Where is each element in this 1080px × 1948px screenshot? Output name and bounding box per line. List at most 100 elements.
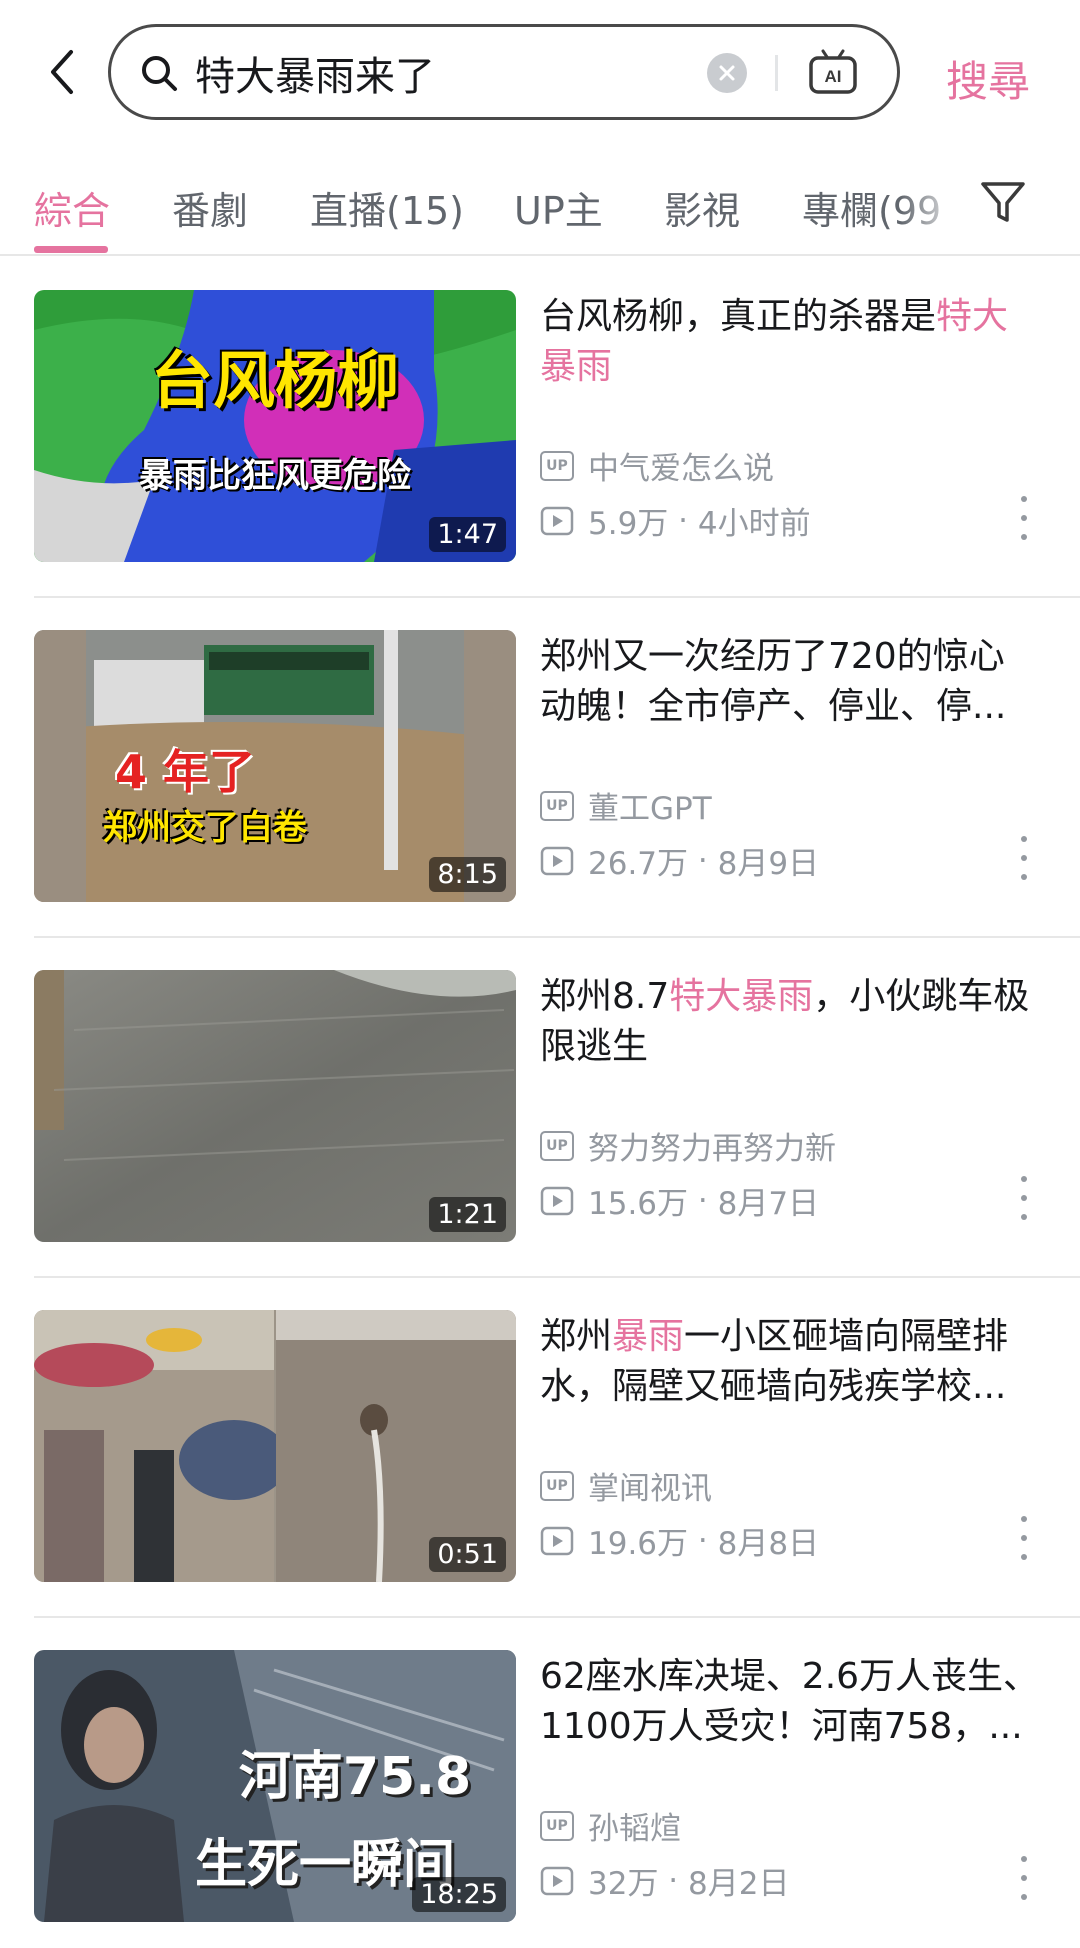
clear-button[interactable]: [707, 53, 747, 93]
thumbnail-title-text: 台风杨柳: [150, 344, 399, 417]
chevron-left-icon: [51, 50, 73, 94]
duration-badge: 1:47: [429, 517, 506, 552]
play-count-icon: [540, 1866, 574, 1895]
svg-text:AI: AI: [825, 67, 842, 86]
tab-live[interactable]: 直播(15): [310, 180, 464, 235]
more-options-button[interactable]: [1014, 1856, 1034, 1900]
upload-date: 8月2日: [688, 1866, 790, 1902]
title-text: 62座水库决堤、2.6万人丧生、1100万人受灾！河南758，...: [540, 1656, 1040, 1747]
active-tab-indicator: [34, 246, 108, 253]
up-icon: UP: [540, 1470, 574, 1501]
view-count: 19.6万: [588, 1526, 689, 1562]
filter-icon: [981, 182, 1025, 222]
more-options-button[interactable]: [1014, 1516, 1034, 1560]
uploader-name: 孙韬煊: [588, 1811, 681, 1847]
search-submit-button[interactable]: 搜尋: [946, 48, 1030, 109]
video-result[interactable]: 台风杨柳 暴雨比狂风更危险 1:47 台风杨柳，真正的杀器是特大暴雨 UP 中气…: [34, 258, 1080, 598]
tab-film-tv[interactable]: 影視: [664, 180, 740, 235]
play-count-icon: [540, 506, 574, 535]
title-text: 郑州又一次经历了720的惊心动魄！全市停产、停业、停...: [540, 636, 1007, 727]
up-icon: UP: [540, 1810, 574, 1841]
view-count: 26.7万: [588, 846, 689, 882]
search-box[interactable]: AI: [108, 24, 900, 120]
uploader-row[interactable]: UP 掌闻视讯: [540, 1463, 712, 1508]
thumbnail-subtitle-text: 暴雨比狂风更危险: [139, 456, 411, 496]
uploader-name: 掌闻视讯: [588, 1471, 712, 1507]
uploader-name: 董工GPT: [588, 791, 712, 827]
result-tabs: 綜合 番劇 直播(15) UP主 影視 專欄(99: [0, 150, 1080, 256]
meta-separator: ·: [688, 842, 718, 879]
title-text: 台风杨柳，真正的杀器是: [540, 296, 937, 337]
view-count: 15.6万: [588, 1186, 689, 1222]
more-options-button[interactable]: [1014, 1176, 1034, 1220]
title-highlight: 暴雨: [612, 1316, 685, 1357]
title-highlight: 特大暴雨: [669, 976, 814, 1017]
uploader-name: 中气爱怎么说: [588, 451, 774, 487]
video-title[interactable]: 郑州8.7特大暴雨，小伙跳车极限逃生: [540, 972, 1040, 1072]
video-thumbnail[interactable]: 4 年了 郑州交了白卷 8:15: [34, 630, 516, 902]
title-text: 郑州8.7: [540, 976, 670, 1017]
title-text: 郑州: [540, 1316, 613, 1357]
upload-date: 8月9日: [717, 846, 820, 882]
play-count-icon: [540, 1526, 574, 1555]
up-icon: UP: [540, 450, 574, 481]
video-thumbnail[interactable]: 0:51: [34, 1310, 516, 1582]
play-count-icon: [540, 1186, 574, 1215]
upload-date: 8月8日: [717, 1526, 820, 1562]
duration-badge: 18:25: [412, 1877, 506, 1912]
view-count: 32万: [588, 1866, 659, 1902]
uploader-row[interactable]: UP 努力努力再努力新: [540, 1123, 836, 1168]
meta-separator: ·: [688, 1182, 718, 1219]
video-result[interactable]: 0:51 郑州暴雨一小区砸墙向隔壁排水，隔壁又砸墙向残疾学校... UP 掌闻视…: [34, 1278, 1080, 1618]
duration-badge: 1:21: [429, 1197, 506, 1232]
stats-row: 15.6万 · 8月7日: [540, 1178, 819, 1223]
thumbnail-title-text: 4 年了: [114, 745, 256, 799]
search-divider: [775, 55, 778, 91]
tab-uploaders[interactable]: UP主: [514, 180, 603, 235]
meta-separator: ·: [688, 1522, 718, 1559]
uploader-row[interactable]: UP 董工GPT: [540, 783, 712, 828]
video-title[interactable]: 郑州又一次经历了720的惊心动魄！全市停产、停业、停...: [540, 632, 1040, 732]
tab-bangumi[interactable]: 番劇: [172, 180, 248, 235]
stats-row: 19.6万 · 8月8日: [540, 1518, 819, 1563]
uploader-row[interactable]: UP 中气爱怎么说: [540, 443, 774, 488]
ai-tv-icon: AI: [809, 49, 857, 94]
more-options-button[interactable]: [1014, 836, 1034, 880]
tab-comprehensive[interactable]: 綜合: [34, 180, 110, 235]
ai-search-button[interactable]: AI: [807, 47, 859, 97]
uploader-row[interactable]: UP 孙韬煊: [540, 1803, 681, 1848]
search-icon: [142, 56, 177, 91]
video-thumbnail[interactable]: 河南75.8 生死一瞬间 18:25: [34, 1650, 516, 1922]
video-title[interactable]: 郑州暴雨一小区砸墙向隔壁排水，隔壁又砸墙向残疾学校...: [540, 1312, 1040, 1412]
video-thumbnail[interactable]: 1:21: [34, 970, 516, 1242]
duration-badge: 0:51: [429, 1537, 506, 1572]
search-input[interactable]: [195, 45, 695, 101]
up-icon: UP: [540, 1130, 574, 1161]
up-icon: UP: [540, 790, 574, 821]
play-count-icon: [540, 846, 574, 875]
results-list: 台风杨柳 暴雨比狂风更危险 1:47 台风杨柳，真正的杀器是特大暴雨 UP 中气…: [0, 258, 1080, 1948]
thumbnail-title-text: 河南75.8: [238, 1747, 472, 1807]
video-result[interactable]: 4 年了 郑州交了白卷 8:15 郑州又一次经历了720的惊心动魄！全市停产、停…: [34, 598, 1080, 938]
tab-overflow-fade: [900, 150, 980, 250]
stats-row: 5.9万 · 4小时前: [540, 498, 811, 543]
back-button[interactable]: [38, 42, 86, 102]
stats-row: 26.7万 · 8月9日: [540, 838, 819, 883]
thumbnail-subtitle-text: 郑州交了白卷: [103, 808, 307, 848]
meta-separator: ·: [658, 1862, 689, 1899]
video-thumbnail[interactable]: 台风杨柳 暴雨比狂风更危险 1:47: [34, 290, 516, 562]
video-title[interactable]: 62座水库决堤、2.6万人丧生、1100万人受灾！河南758，...: [540, 1652, 1040, 1752]
upload-date: 8月7日: [717, 1186, 820, 1222]
meta-separator: ·: [668, 502, 698, 539]
video-result[interactable]: 河南75.8 生死一瞬间 18:25 62座水库决堤、2.6万人丧生、1100万…: [34, 1618, 1080, 1948]
view-count: 5.9万: [588, 506, 669, 542]
more-options-button[interactable]: [1014, 496, 1034, 540]
video-title[interactable]: 台风杨柳，真正的杀器是特大暴雨: [540, 292, 1040, 392]
close-icon: [719, 65, 735, 81]
stats-row: 32万 · 8月2日: [540, 1858, 789, 1903]
upload-date: 4小时前: [697, 506, 811, 542]
search-header: AI 搜尋: [0, 0, 1080, 150]
duration-badge: 8:15: [429, 857, 506, 892]
filter-button[interactable]: [978, 178, 1028, 226]
video-result[interactable]: 1:21 郑州8.7特大暴雨，小伙跳车极限逃生 UP 努力努力再努力新 15.6…: [34, 938, 1080, 1278]
